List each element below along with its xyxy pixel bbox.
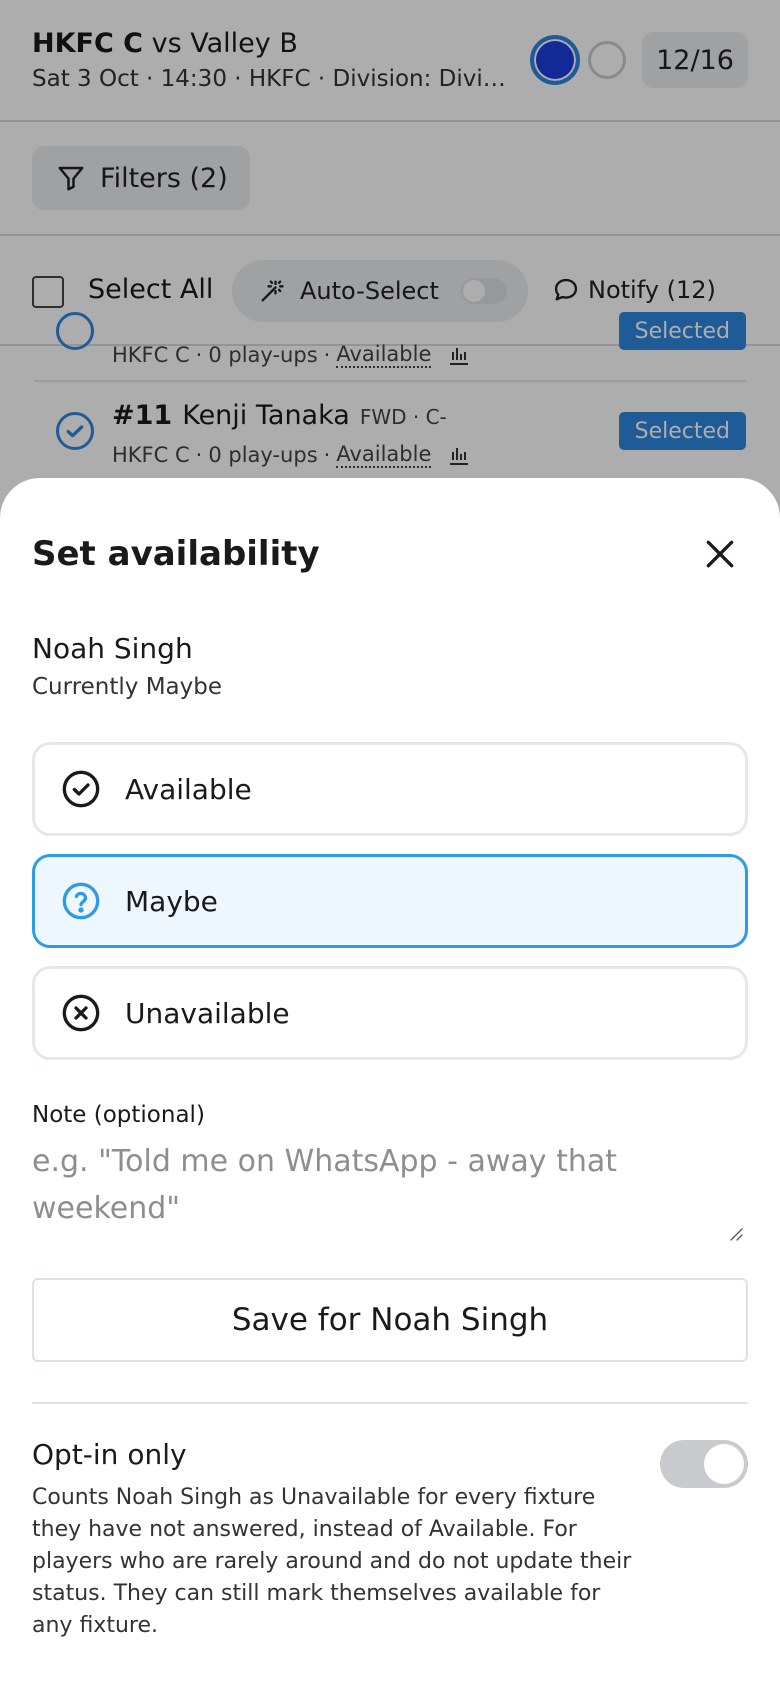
check-circle-icon	[62, 770, 100, 808]
option-unavailable[interactable]: Unavailable	[32, 966, 748, 1060]
optin-description: Counts Noah Singh as Unavailable for eve…	[32, 1485, 632, 1638]
sheet-title: Set availability	[32, 534, 320, 574]
divider	[32, 1402, 748, 1404]
close-icon	[706, 540, 734, 568]
question-circle-icon	[62, 882, 100, 920]
option-label: Maybe	[125, 884, 218, 918]
optin-toggle[interactable]	[660, 1440, 748, 1488]
note-textarea[interactable]: e.g. "Told me on WhatsApp - away that we…	[32, 1138, 748, 1238]
option-label: Available	[125, 772, 252, 806]
note-label: Note (optional)	[32, 1102, 205, 1128]
sheet-player-name: Noah Singh	[32, 632, 193, 665]
option-label: Unavailable	[125, 996, 290, 1030]
close-button[interactable]	[700, 534, 740, 574]
optin-title: Opt-in only	[32, 1438, 187, 1471]
x-circle-icon	[62, 994, 100, 1032]
current-status: Currently Maybe	[32, 674, 222, 700]
resize-handle-icon[interactable]	[728, 1226, 744, 1242]
save-button[interactable]: Save for Noah Singh	[32, 1278, 748, 1362]
option-available[interactable]: Available	[32, 742, 748, 836]
availability-sheet: Set availability Noah Singh Currently Ma…	[0, 478, 780, 1688]
option-maybe[interactable]: Maybe	[32, 854, 748, 948]
